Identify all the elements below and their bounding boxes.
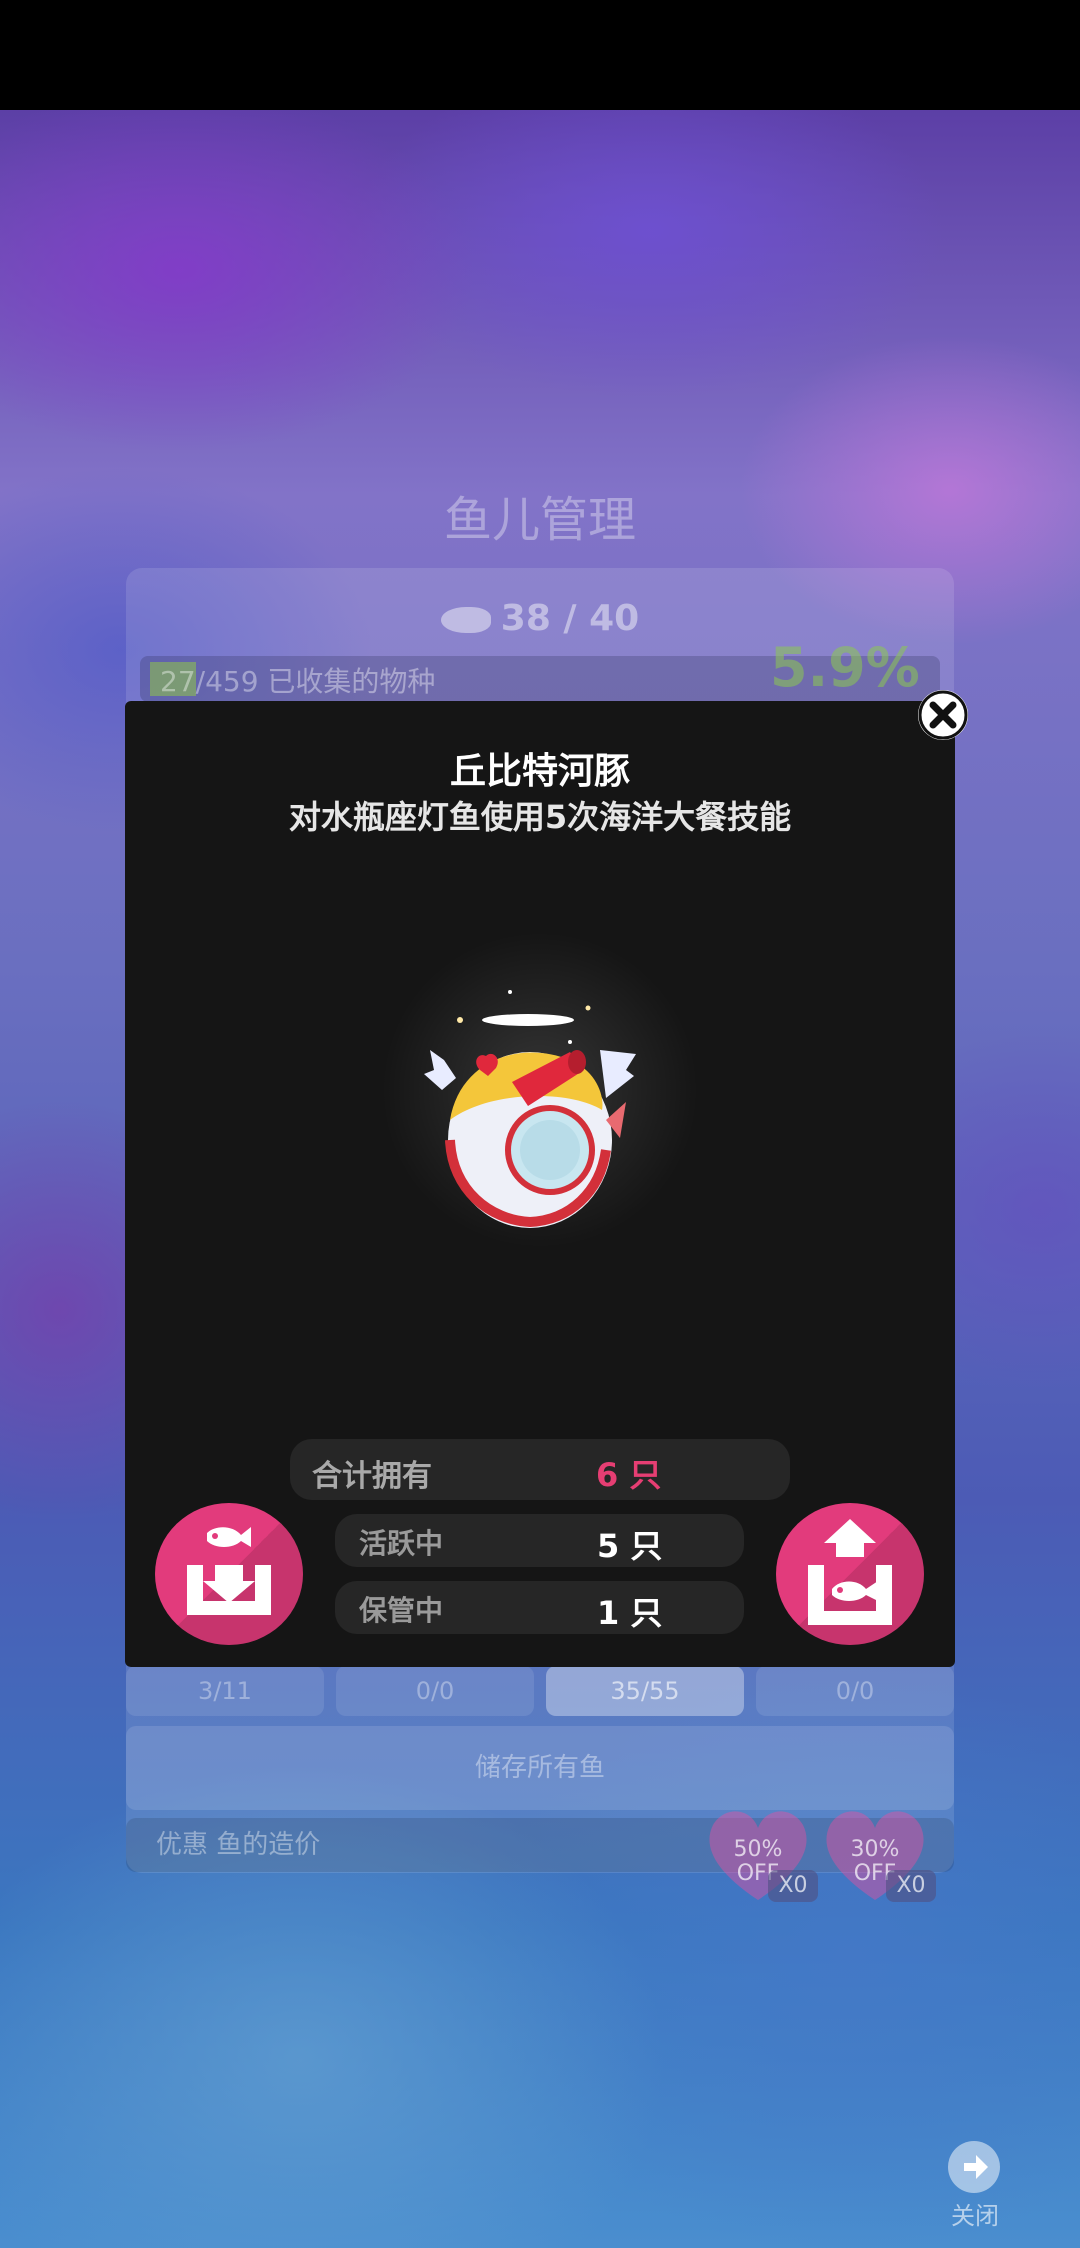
stored-row: 保管中 1 只 xyxy=(335,1581,744,1634)
tab-3-active[interactable]: 35/55 xyxy=(546,1666,744,1716)
status-bar xyxy=(0,0,1080,110)
store-fish-icon xyxy=(187,1527,271,1615)
collection-percent: 5.9% xyxy=(770,636,920,699)
store-all-button[interactable]: 储存所有鱼 xyxy=(126,1726,954,1810)
store-fish-button[interactable] xyxy=(155,1503,303,1645)
cupid-pufferfish-image xyxy=(424,990,636,1228)
fish-icon xyxy=(440,607,491,633)
fish-count: 38 / 40 xyxy=(0,598,1080,639)
fish-count-text: 38 / 40 xyxy=(500,598,640,639)
coupon-50-count: X0 xyxy=(768,1870,818,1902)
tab-4[interactable]: 0/0 xyxy=(756,1666,954,1716)
close-arrow-icon[interactable] xyxy=(948,2141,1000,2193)
fish-name: 丘比特河豚 xyxy=(449,751,630,792)
release-fish-icon xyxy=(808,1519,892,1625)
collected-count: 27 xyxy=(160,665,196,698)
total-owned-row: 合计拥有 6 只 xyxy=(290,1439,790,1500)
stored-value: 1 只 xyxy=(597,1594,663,1632)
total-owned-value: 6 只 xyxy=(596,1456,662,1494)
collection-text: 27/459 已收集的物种 xyxy=(160,660,435,700)
tab-2[interactable]: 0/0 xyxy=(336,1666,534,1716)
coupon-30-count: X0 xyxy=(886,1870,936,1902)
total-owned-label: 合计拥有 xyxy=(312,1459,432,1494)
active-value: 5 只 xyxy=(597,1527,663,1565)
active-row: 活跃中 5 只 xyxy=(335,1514,744,1567)
active-label: 活跃中 xyxy=(359,1527,444,1560)
collected-total: /459 已收集的物种 xyxy=(195,665,436,698)
tab-1[interactable]: 3/11 xyxy=(126,1666,324,1716)
close-label[interactable]: 关闭 xyxy=(930,2196,1020,2231)
fish-unlock-description: 对水瓶座灯鱼使用5次海洋大餐技能 xyxy=(288,798,792,836)
close-icon[interactable] xyxy=(918,690,968,740)
release-fish-button[interactable] xyxy=(776,1503,924,1645)
stored-label: 保管中 xyxy=(359,1594,444,1627)
page-title: 鱼儿管理 xyxy=(443,492,636,548)
